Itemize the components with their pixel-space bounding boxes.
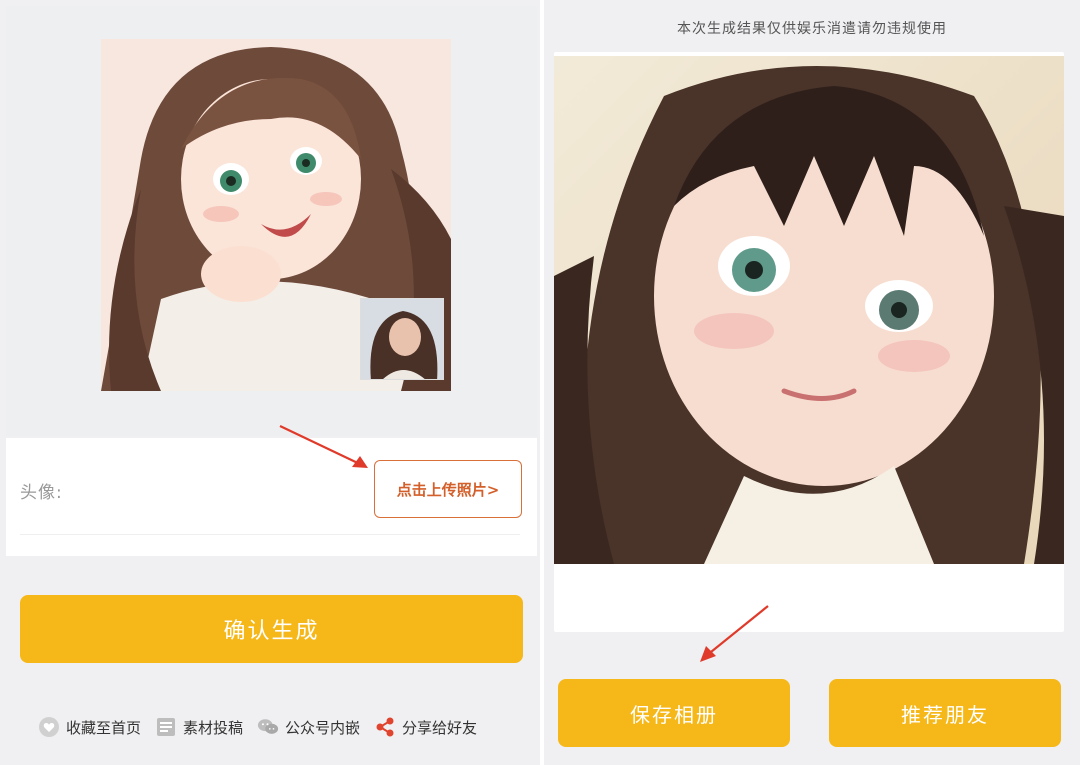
right-screen: 本次生成结果仅供娱乐消遣请勿违规使用 保存相册 推荐朋友 [544, 0, 1080, 765]
preview-area [6, 6, 537, 436]
left-screen: 头像: 点击上传照片> 确认生成 收藏至首页 素材投稿 公众号内嵌 分享给好友 [0, 0, 540, 765]
upload-photo-button[interactable]: 点击上传照片> [374, 460, 522, 518]
recommend-friends-button[interactable]: 推荐朋友 [829, 679, 1061, 747]
footer-link-favorite[interactable]: 收藏至首页 [38, 716, 141, 738]
usage-notice: 本次生成结果仅供娱乐消遣请勿违规使用 [677, 21, 947, 37]
footer-link-share[interactable]: 分享给好友 [374, 716, 477, 738]
footer-link-label: 收藏至首页 [66, 718, 142, 737]
document-icon [155, 716, 177, 738]
share-icon [374, 716, 396, 738]
footer-link-embed[interactable]: 公众号内嵌 [257, 716, 360, 738]
save-to-album-button[interactable]: 保存相册 [558, 679, 790, 747]
divider [20, 534, 520, 535]
confirm-generate-button[interactable]: 确认生成 [20, 595, 523, 663]
result-card [554, 52, 1064, 632]
heart-icon [38, 716, 60, 738]
avatar-label: 头像: [20, 483, 63, 503]
generated-anime-portrait [554, 56, 1064, 564]
upload-form: 头像: 点击上传照片> [6, 438, 537, 556]
footer-links: 收藏至首页 素材投稿 公众号内嵌 分享给好友 [38, 712, 477, 742]
footer-link-label: 素材投稿 [183, 718, 244, 737]
footer-link-submit[interactable]: 素材投稿 [155, 716, 243, 738]
footer-link-label: 分享给好友 [402, 718, 478, 737]
original-photo-thumbnail [360, 298, 444, 380]
footer-link-label: 公众号内嵌 [285, 718, 361, 737]
wechat-icon [257, 716, 279, 738]
